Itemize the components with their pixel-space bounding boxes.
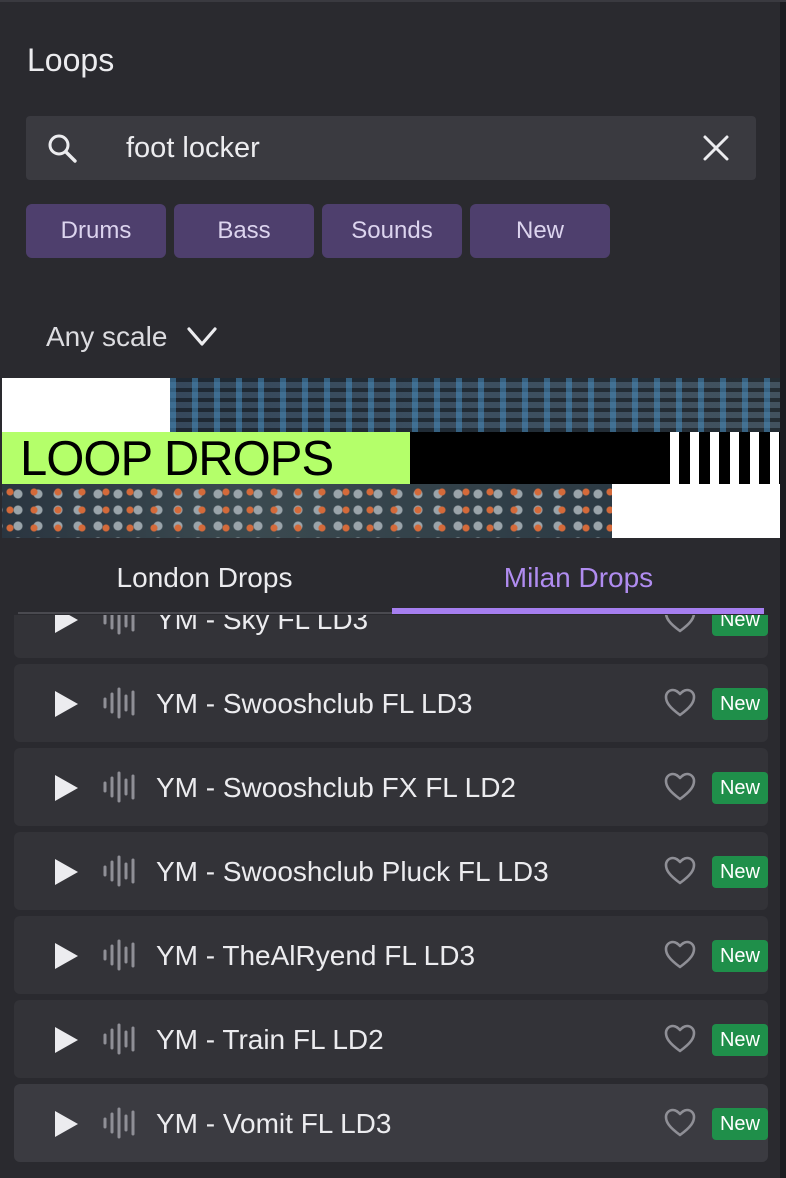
waveform-icon — [103, 939, 135, 971]
loop-name: YM - Vomit FL LD3 — [156, 1108, 392, 1139]
play-icon[interactable] — [52, 1109, 80, 1139]
loop-name: YM - TheAlRyend FL LD3 — [156, 940, 476, 971]
filter-chip-new[interactable]: New — [470, 204, 610, 258]
play-icon[interactable] — [52, 689, 80, 719]
banner-mixer-image — [170, 378, 780, 432]
loops-panel: Loops Drums Bass Sounds New Any scale LO… — [0, 0, 786, 1178]
loop-name: YM - Swooshclub FX FL LD2 — [156, 772, 516, 803]
banner-white-block — [2, 378, 170, 432]
scale-dropdown[interactable]: Any scale — [46, 320, 219, 354]
list-item[interactable]: YM - Swooshclub FX FL LD2 New — [14, 748, 768, 826]
banner-stripes — [670, 432, 780, 484]
search-bar — [26, 116, 756, 180]
loop-name: YM - Train FL LD2 — [156, 1024, 384, 1055]
banner-mixer-image-bottom — [2, 484, 612, 538]
loop-drops-banner[interactable]: LOOP DROPS — [2, 378, 780, 538]
list-item[interactable]: YM - Train FL LD2 New — [14, 1000, 768, 1078]
waveform-icon — [103, 615, 135, 635]
waveform-icon — [103, 855, 135, 887]
play-icon[interactable] — [52, 773, 80, 803]
panel-edge — [780, 2, 786, 1178]
new-badge: New — [712, 940, 768, 972]
new-badge: New — [712, 688, 768, 720]
heart-icon[interactable] — [664, 856, 696, 886]
new-badge: New — [712, 856, 768, 888]
tab-milan-drops[interactable]: Milan Drops — [392, 542, 765, 614]
banner-white-block-bottom — [612, 484, 780, 538]
waveform-icon — [103, 771, 135, 803]
list-item[interactable]: YM - Vomit FL LD3 New — [14, 1084, 768, 1162]
active-tab-indicator — [392, 608, 764, 614]
filter-chip-sounds[interactable]: Sounds — [322, 204, 462, 258]
search-input[interactable] — [126, 126, 686, 170]
new-badge: New — [712, 615, 768, 636]
heart-icon[interactable] — [664, 772, 696, 802]
waveform-icon — [103, 1107, 135, 1139]
heart-icon[interactable] — [664, 1024, 696, 1054]
loop-name: YM - Sky FL LD3 — [156, 615, 369, 635]
loop-list[interactable]: YM - Sky FL LD3 New YM - Swooshclub FL L… — [14, 615, 768, 1178]
close-icon[interactable] — [700, 132, 732, 164]
filter-chips: Drums Bass Sounds New — [26, 204, 610, 258]
loop-name: YM - Swooshclub Pluck FL LD3 — [156, 856, 549, 887]
banner-title: LOOP DROPS — [20, 432, 334, 486]
play-icon[interactable] — [52, 941, 80, 971]
heart-icon[interactable] — [664, 688, 696, 718]
play-icon[interactable] — [52, 615, 80, 635]
search-icon — [48, 134, 77, 163]
chevron-down-icon — [187, 327, 218, 346]
filter-chip-drums[interactable]: Drums — [26, 204, 166, 258]
filter-chip-bass[interactable]: Bass — [174, 204, 314, 258]
list-item[interactable]: YM - Swooshclub Pluck FL LD3 New — [14, 832, 768, 910]
scale-label: Any scale — [46, 321, 168, 352]
drops-tabs: London Drops Milan Drops — [18, 542, 764, 614]
list-item[interactable]: YM - Swooshclub FL LD3 New — [14, 664, 768, 742]
list-item[interactable]: YM - TheAlRyend FL LD3 New — [14, 916, 768, 994]
play-icon[interactable] — [52, 857, 80, 887]
new-badge: New — [712, 1108, 768, 1140]
heart-icon[interactable] — [664, 1108, 696, 1138]
new-badge: New — [712, 1024, 768, 1056]
heart-icon[interactable] — [664, 615, 696, 634]
loop-name: YM - Swooshclub FL LD3 — [156, 688, 473, 719]
heart-icon[interactable] — [664, 940, 696, 970]
tab-london-drops[interactable]: London Drops — [18, 542, 391, 614]
waveform-icon — [103, 687, 135, 719]
play-icon[interactable] — [52, 1025, 80, 1055]
list-item[interactable]: YM - Sky FL LD3 New — [14, 615, 768, 658]
panel-title: Loops — [27, 42, 115, 78]
waveform-icon — [103, 1023, 135, 1055]
new-badge: New — [712, 772, 768, 804]
